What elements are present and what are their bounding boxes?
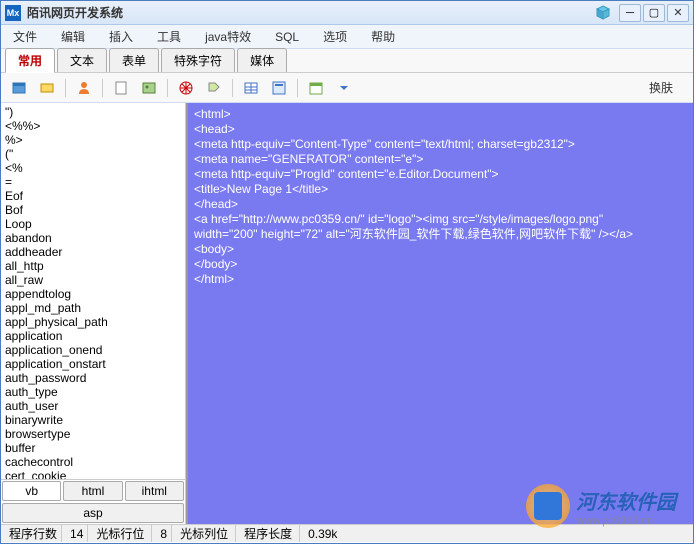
cube-icon <box>595 5 611 21</box>
tool-icon-1[interactable] <box>9 78 29 98</box>
menu-sql[interactable]: SQL <box>271 28 303 46</box>
status-col-value: 8 <box>156 525 172 542</box>
code-line: <head> <box>194 122 687 137</box>
tool-form-icon[interactable] <box>269 78 289 98</box>
list-item[interactable]: appl_physical_path <box>5 315 181 329</box>
list-item[interactable]: Bof <box>5 203 181 217</box>
list-item[interactable]: abandon <box>5 231 181 245</box>
code-line: <html> <box>194 107 687 122</box>
list-item[interactable]: buffer <box>5 441 181 455</box>
menu-edit[interactable]: 编辑 <box>57 26 89 47</box>
status-col2-label: 光标列位 <box>176 525 236 542</box>
list-item[interactable]: ") <box>5 105 181 119</box>
sidebar: ")<%%>%>("<%=EofBofLoopabandonaddheadera… <box>1 103 186 524</box>
code-line: <meta http-equiv="ProgId" content="e.Edi… <box>194 167 687 182</box>
statusbar: 程序行数 14 光标行位 8 光标列位 程序长度 0.39k <box>1 524 693 542</box>
toolbar: 换肤 <box>1 73 693 103</box>
window-controls: ─ ▢ ✕ <box>619 4 689 22</box>
list-item[interactable]: auth_user <box>5 399 181 413</box>
titlebar: Mx 陌讯网页开发系统 ─ ▢ ✕ <box>1 1 693 25</box>
list-item[interactable]: = <box>5 175 181 189</box>
list-item[interactable]: all_http <box>5 259 181 273</box>
list-item[interactable]: browsertype <box>5 427 181 441</box>
minimize-button[interactable]: ─ <box>619 4 641 22</box>
app-window: Mx 陌讯网页开发系统 ─ ▢ ✕ 文件 编辑 插入 工具 java特效 SQL… <box>0 0 694 544</box>
tool-wheel-icon[interactable] <box>176 78 196 98</box>
window-title: 陌讯网页开发系统 <box>27 4 595 21</box>
code-line: width="200" height="72" alt="河东软件园_软件下载,… <box>194 227 687 242</box>
code-line: <meta name="GENERATOR" content="e"> <box>194 152 687 167</box>
tab-common[interactable]: 常用 <box>5 48 55 73</box>
tab-media[interactable]: 媒体 <box>237 48 287 72</box>
separator <box>297 79 298 97</box>
tool-image-icon[interactable] <box>139 78 159 98</box>
maximize-button[interactable]: ▢ <box>643 4 665 22</box>
list-item[interactable]: %> <box>5 133 181 147</box>
tool-table-icon[interactable] <box>241 78 261 98</box>
list-item[interactable]: all_raw <box>5 273 181 287</box>
app-icon: Mx <box>5 5 21 21</box>
code-line: </html> <box>194 272 687 287</box>
menu-java[interactable]: java特效 <box>201 26 255 47</box>
status-col-label: 光标行位 <box>92 525 152 542</box>
btab-vb[interactable]: vb <box>2 481 61 501</box>
list-item[interactable]: <% <box>5 161 181 175</box>
list-item[interactable]: addheader <box>5 245 181 259</box>
list-item[interactable]: appl_md_path <box>5 301 181 315</box>
btab-ihtml[interactable]: ihtml <box>125 481 184 501</box>
menu-tools[interactable]: 工具 <box>153 26 185 47</box>
keyword-list[interactable]: ")<%%>%>("<%=EofBofLoopabandonaddheadera… <box>1 103 185 479</box>
tool-user-icon[interactable] <box>74 78 94 98</box>
menu-help[interactable]: 帮助 <box>367 26 399 47</box>
skin-button[interactable]: 换肤 <box>649 79 673 96</box>
menu-options[interactable]: 选项 <box>319 26 351 47</box>
list-item[interactable]: auth_password <box>5 371 181 385</box>
code-line: <title>New Page 1</title> <box>194 182 687 197</box>
tool-page-icon[interactable] <box>111 78 131 98</box>
separator <box>65 79 66 97</box>
list-item[interactable]: (" <box>5 147 181 161</box>
tool-down-icon[interactable] <box>334 78 354 98</box>
main-area: ")<%%>%>("<%=EofBofLoopabandonaddheadera… <box>1 103 693 524</box>
code-line: </head> <box>194 197 687 212</box>
tab-special[interactable]: 特殊字符 <box>161 48 235 72</box>
menu-file[interactable]: 文件 <box>9 26 41 47</box>
separator <box>232 79 233 97</box>
close-button[interactable]: ✕ <box>667 4 689 22</box>
list-item[interactable]: auth_type <box>5 385 181 399</box>
list-item[interactable]: cachecontrol <box>5 455 181 469</box>
tab-form[interactable]: 表单 <box>109 48 159 72</box>
tool-icon-2[interactable] <box>37 78 57 98</box>
separator <box>167 79 168 97</box>
code-editor[interactable]: <html><head><meta http-equiv="Content-Ty… <box>186 103 693 524</box>
list-item[interactable]: <%%> <box>5 119 181 133</box>
status-rows-value: 14 <box>66 525 88 542</box>
list-item[interactable]: application_onstart <box>5 357 181 371</box>
code-line: <meta http-equiv="Content-Type" content=… <box>194 137 687 152</box>
tab-text[interactable]: 文本 <box>57 48 107 72</box>
tool-tag-icon[interactable] <box>204 78 224 98</box>
status-len-label: 程序长度 <box>240 525 300 542</box>
list-item[interactable]: cert_cookie <box>5 469 181 479</box>
menu-insert[interactable]: 插入 <box>105 26 137 47</box>
sidebar-tabs: vb html ihtml asp <box>1 479 185 524</box>
status-len-value: 0.39k <box>304 525 341 542</box>
list-item[interactable]: Loop <box>5 217 181 231</box>
menubar: 文件 编辑 插入 工具 java特效 SQL 选项 帮助 <box>1 25 693 49</box>
code-line: </body> <box>194 257 687 272</box>
btab-html[interactable]: html <box>63 481 122 501</box>
separator <box>102 79 103 97</box>
list-item[interactable]: application_onend <box>5 343 181 357</box>
status-rows-label: 程序行数 <box>5 525 62 542</box>
tabbar: 常用 文本 表单 特殊字符 媒体 <box>1 49 693 73</box>
list-item[interactable]: Eof <box>5 189 181 203</box>
list-item[interactable]: application <box>5 329 181 343</box>
btab-asp[interactable]: asp <box>2 503 184 523</box>
list-item[interactable]: binarywrite <box>5 413 181 427</box>
tool-calendar-icon[interactable] <box>306 78 326 98</box>
code-line: <a href="http://www.pc0359.cn/" id="logo… <box>194 212 687 227</box>
list-item[interactable]: appendtolog <box>5 287 181 301</box>
code-line: <body> <box>194 242 687 257</box>
